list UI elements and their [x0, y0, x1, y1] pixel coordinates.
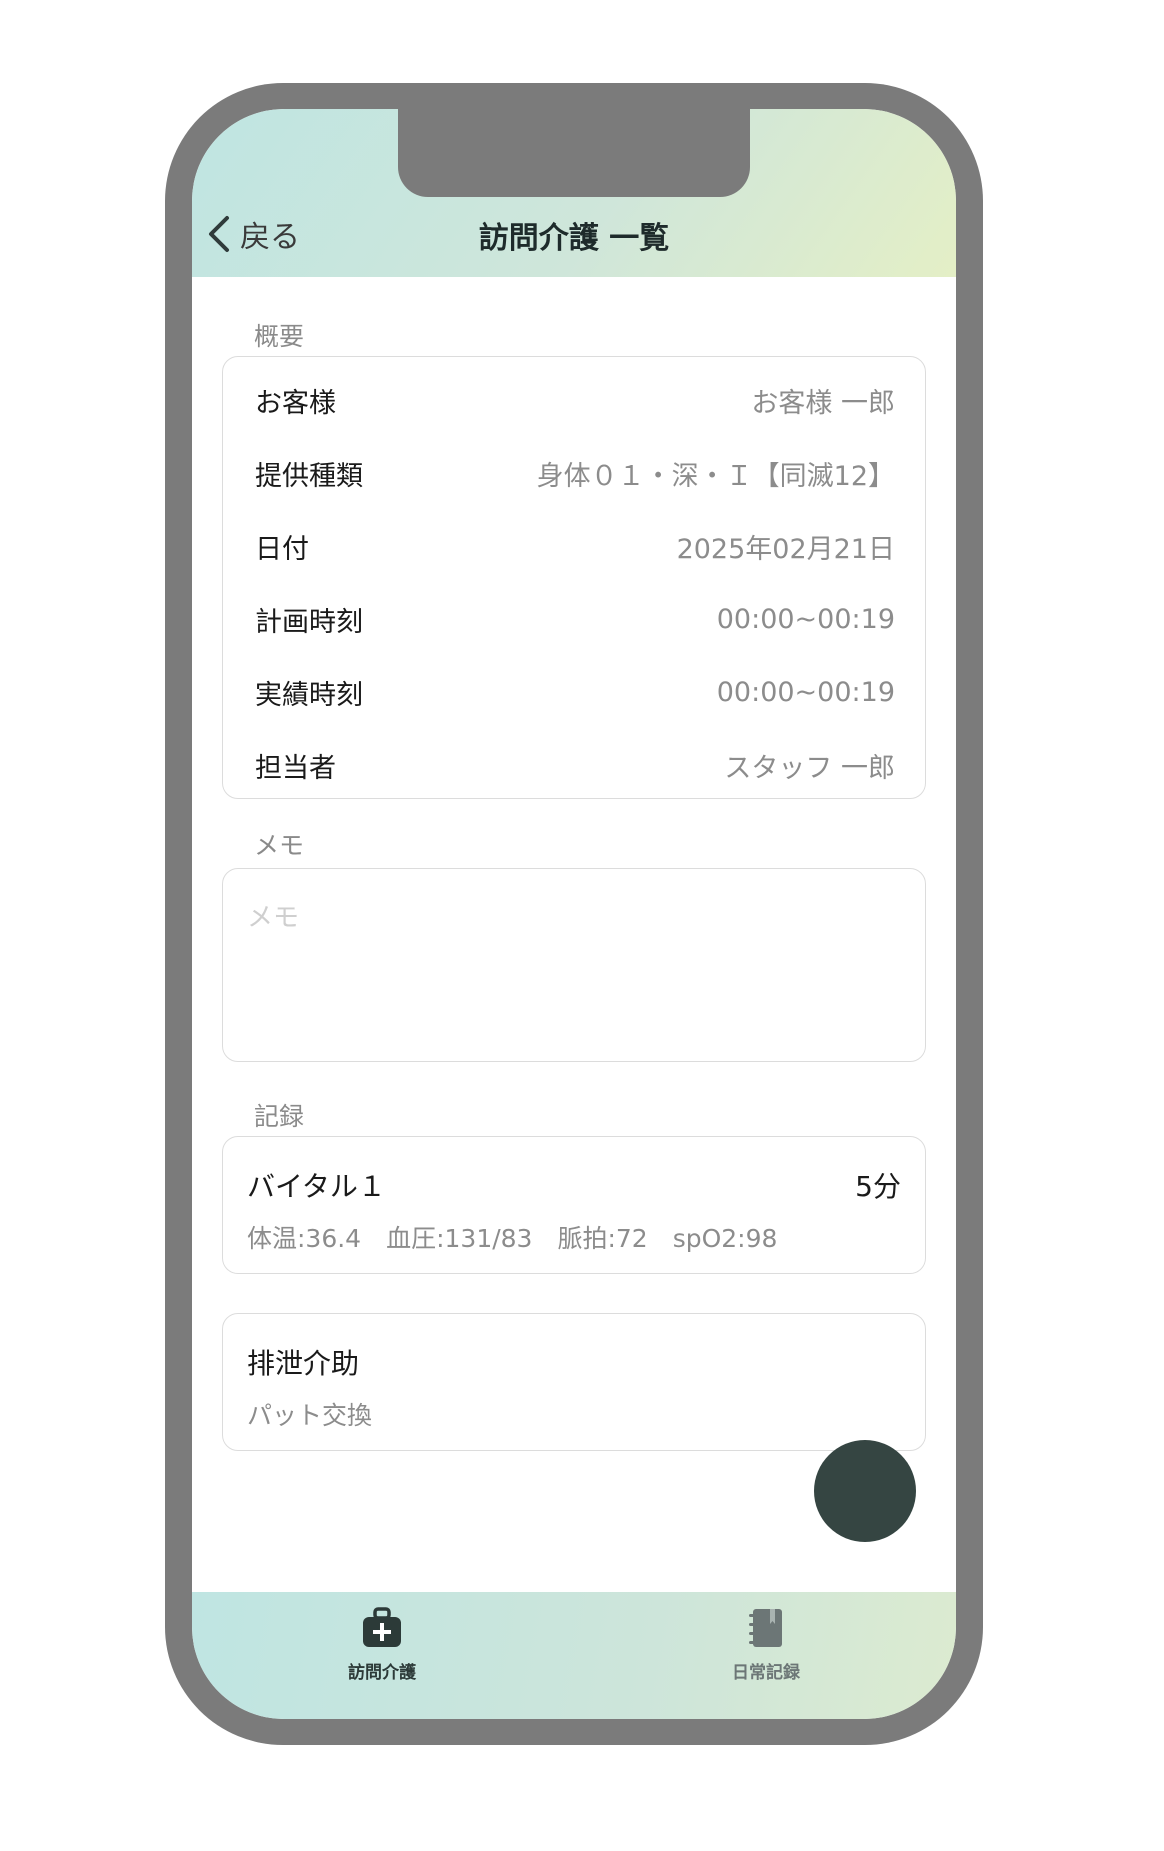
summary-row-label: 提供種類 [255, 460, 363, 492]
notebook-icon [749, 1609, 782, 1647]
record-title: 排泄介助 [247, 1347, 360, 1380]
summary-row-value: 2025年02月21日 [676, 533, 895, 565]
memo-section-label: メモ [254, 831, 305, 860]
records-section-label: 記録 [254, 1102, 305, 1131]
record-detail: パット交換 [247, 1401, 373, 1430]
summary-row-value: スタッフ 一郎 [724, 752, 895, 784]
app-screen: 戻る 訪問介護 一覧 概要 お客様 お客様 一郎 提供種類 身体０１・深・Ｉ【同… [192, 109, 956, 1719]
record-duration: 5分 [855, 1170, 901, 1203]
record-detail: 体温:36.4 血圧:131/83 脈拍:72 spO2:98 [247, 1224, 778, 1253]
summary-row-value: 身体０１・深・Ｉ【同滅12】 [536, 460, 895, 492]
memo-input[interactable] [222, 868, 926, 1062]
page-title: 訪問介護 一覧 [478, 221, 670, 256]
summary-row-value: 00:00~00:19 [716, 603, 895, 635]
summary-card: お客様 お客様 一郎 提供種類 身体０１・深・Ｉ【同滅12】 日付 2025年0… [222, 356, 926, 799]
record-card-excretion[interactable]: 排泄介助 パット交換 [222, 1313, 926, 1451]
phone-notch [398, 109, 750, 197]
main-content[interactable]: 概要 お客様 お客様 一郎 提供種類 身体０１・深・Ｉ【同滅12】 日付 202… [192, 277, 956, 1592]
summary-row-value: 00:00~00:19 [716, 676, 895, 708]
summary-row-label: 日付 [255, 533, 309, 565]
summary-row-label: お客様 [255, 387, 336, 419]
tab-label: 日常記録 [732, 1663, 800, 1683]
record-card-vitals[interactable]: バイタル１ 5分 体温:36.4 血圧:131/83 脈拍:72 spO2:98 [222, 1136, 926, 1274]
summary-row-staff[interactable]: 担当者 スタッフ 一郎 [223, 722, 925, 808]
tab-visit-care[interactable]: 訪問介護 [302, 1606, 462, 1683]
summary-row-label: 計画時刻 [255, 606, 363, 638]
record-title: バイタル１ [247, 1170, 386, 1203]
tab-label: 訪問介護 [348, 1663, 416, 1683]
tab-daily-records[interactable]: 日常記録 [686, 1606, 846, 1683]
floating-action-button[interactable] [814, 1440, 916, 1542]
summary-row-label: 担当者 [255, 752, 336, 784]
summary-row-value: お客様 一郎 [751, 387, 895, 419]
medical-bag-icon [363, 1607, 401, 1647]
summary-row-label: 実績時刻 [255, 679, 363, 711]
summary-section-label: 概要 [254, 322, 305, 351]
bottom-tab-bar: 訪問介護 日常記録 [192, 1592, 956, 1719]
